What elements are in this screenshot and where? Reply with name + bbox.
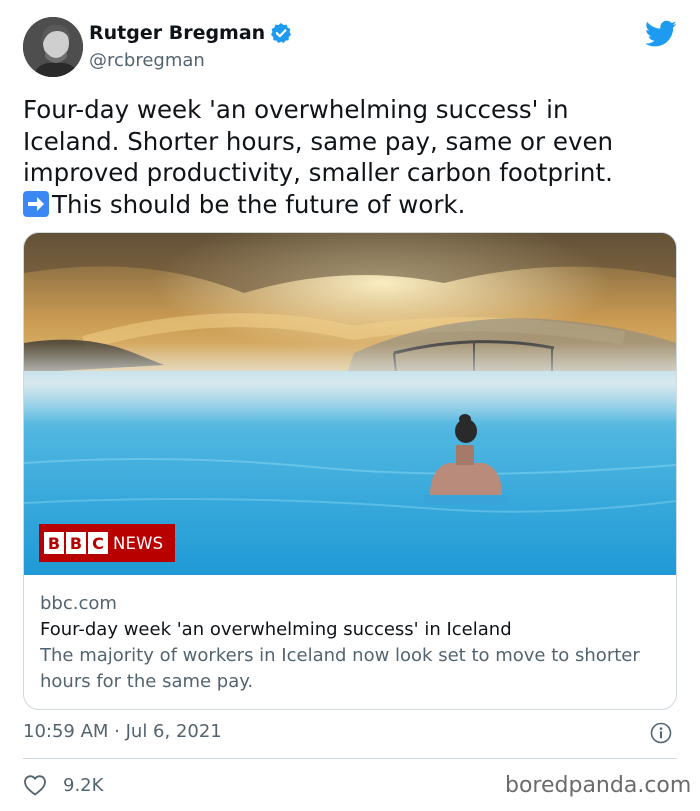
bbc-news-word: NEWS [113,533,164,553]
user-name-row[interactable]: Rutger Bregman [89,22,292,44]
info-icon[interactable] [650,722,672,744]
bbc-news-badge: B B C NEWS [39,524,175,562]
verified-badge-icon [270,22,292,44]
bbc-letter: B [66,532,86,554]
bbc-letter: B [44,532,64,554]
tweet-text-line-2: This should be the future of work. [52,189,466,219]
like-count: 9.2K [63,774,104,796]
avatar[interactable] [23,17,83,77]
user-handle[interactable]: @rcbregman [89,50,205,71]
right-arrow-emoji [23,190,49,217]
card-description: The majority of workers in Iceland now l… [40,645,640,692]
watermark: boredpanda.com [505,773,692,798]
tweet-text-line-1: Four-day week 'an overwhelming success' … [23,95,614,187]
card-title: Four-day week 'an overwhelming success' … [40,619,512,640]
bbc-letter: C [88,532,108,554]
like-action[interactable]: 9.2K [23,774,103,796]
card-domain: bbc.com [40,593,117,614]
twitter-bird-icon[interactable] [645,20,677,48]
tweet-timestamp[interactable]: 10:59 AM · Jul 6, 2021 [23,721,222,742]
card-image[interactable]: B B C NEWS [24,233,676,575]
link-card[interactable]: B B C NEWS bbc.com Four-day week 'an ove… [23,232,677,710]
tweet: Rutger Bregman @rcbregman Four-day week … [0,0,700,811]
divider [23,758,677,759]
user-name[interactable]: Rutger Bregman [89,22,265,44]
heart-icon[interactable] [23,774,47,796]
tweet-text: Four-day week 'an overwhelming success' … [23,94,663,220]
